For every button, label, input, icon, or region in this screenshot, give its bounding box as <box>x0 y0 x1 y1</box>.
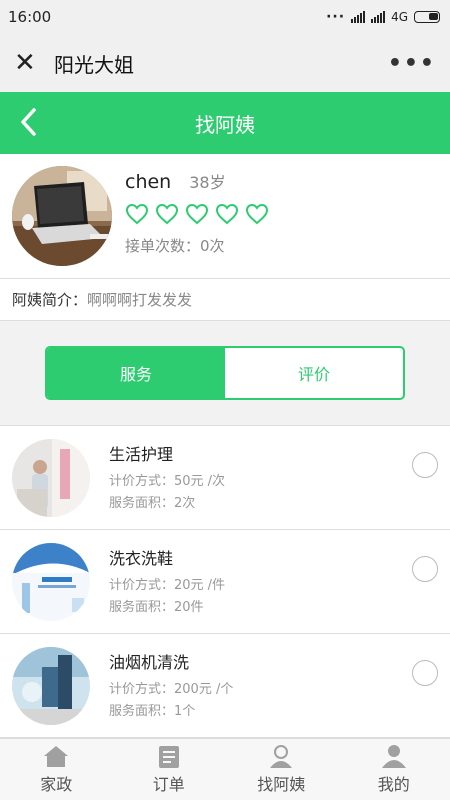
nav-bar: 找阿姨 <box>0 92 450 154</box>
order-count-value: 0次 <box>200 237 225 255</box>
service-area: 服务面积：20件 <box>109 599 204 615</box>
back-arrow-icon[interactable] <box>18 107 40 137</box>
service-image <box>12 646 90 725</box>
heart-icon <box>125 203 149 225</box>
service-price: 计价方式：200元 /个 <box>109 681 234 697</box>
list-item[interactable]: 生活护理 计价方式：50元 /次 服务面积：2次 <box>0 426 450 530</box>
tabbar-item-orders[interactable]: 订单 <box>113 739 226 800</box>
service-image <box>12 542 90 621</box>
house-icon <box>44 746 69 767</box>
signal-icon <box>351 11 366 23</box>
battery-icon <box>414 11 440 23</box>
service-name: 油烟机清洗 <box>109 652 190 672</box>
select-radio[interactable] <box>412 660 438 686</box>
select-radio[interactable] <box>412 556 438 582</box>
status-bar: 16:00 ··· 4G <box>0 0 450 34</box>
order-count: 接单次数：0次 <box>125 235 269 256</box>
service-info: 油烟机清洗 计价方式：200元 /个 服务面积：1个 <box>109 649 233 723</box>
avatar <box>12 166 112 266</box>
tabbar-item-find[interactable]: 找阿姨 <box>225 739 338 800</box>
person-search-icon <box>270 745 293 768</box>
select-radio[interactable] <box>412 452 438 478</box>
network-type: 4G <box>391 10 408 24</box>
status-time: 16:00 <box>8 8 52 26</box>
worker-name: chen <box>125 171 172 193</box>
name-row: chen 38岁 <box>125 169 269 193</box>
bottom-tab-bar: 家政 订单 找阿姨 我的 <box>0 738 450 800</box>
intro-row: 阿姨简介： 啊啊啊打发发发 <box>0 279 450 321</box>
intro-label: 阿姨简介： <box>12 291 88 309</box>
clipboard-icon <box>158 746 179 768</box>
service-name: 生活护理 <box>109 444 174 464</box>
tabbar-label: 我的 <box>377 775 410 794</box>
heart-icon <box>245 203 269 225</box>
intro-text: 啊啊啊打发发发 <box>87 291 193 309</box>
service-area: 服务面积：2次 <box>109 495 196 511</box>
heart-icon <box>215 203 239 225</box>
heart-icon <box>155 203 179 225</box>
order-count-label: 接单次数： <box>125 237 201 255</box>
tabbar-item-home[interactable]: 家政 <box>0 739 113 800</box>
profile-info: chen 38岁 接单次数：0次 <box>125 169 269 266</box>
close-icon[interactable]: ✕ <box>14 48 48 78</box>
tabbar-label: 找阿姨 <box>257 775 306 794</box>
notification-dots-icon: ··· <box>326 9 346 25</box>
tabbar-item-me[interactable]: 我的 <box>338 739 450 800</box>
app-bar: ✕ 阳光大姐 ••• <box>0 34 450 92</box>
app-title: 阳光大姐 <box>54 52 134 77</box>
service-list: 生活护理 计价方式：50元 /次 服务面积：2次 洗衣洗鞋 计价方式：20元 /… <box>0 426 450 738</box>
list-item[interactable]: 油烟机清洗 计价方式：200元 /个 服务面积：1个 <box>0 634 450 738</box>
status-icons: ··· 4G <box>326 9 440 25</box>
rating-hearts <box>125 203 269 225</box>
service-area: 服务面积：1个 <box>109 703 196 719</box>
segmented-tabs: 服务 评价 <box>45 346 405 400</box>
tabbar-label: 订单 <box>152 775 185 794</box>
worker-age: 38岁 <box>189 173 226 192</box>
heart-icon <box>185 203 209 225</box>
tab-reviews[interactable]: 评价 <box>225 348 403 398</box>
more-icon[interactable]: ••• <box>388 51 436 76</box>
user-icon <box>381 745 406 768</box>
service-info: 洗衣洗鞋 计价方式：20元 /件 服务面积：20件 <box>109 545 225 619</box>
profile-card: chen 38岁 接单次数：0次 <box>0 154 450 279</box>
tabs-section: 服务 评价 <box>0 321 450 426</box>
service-info: 生活护理 计价方式：50元 /次 服务面积：2次 <box>109 441 225 515</box>
signal-icon-2 <box>371 11 386 23</box>
tab-service[interactable]: 服务 <box>47 348 225 398</box>
service-name: 洗衣洗鞋 <box>109 548 174 568</box>
list-item[interactable]: 洗衣洗鞋 计价方式：20元 /件 服务面积：20件 <box>0 530 450 634</box>
tabbar-label: 家政 <box>40 775 73 794</box>
service-price: 计价方式：50元 /次 <box>109 473 226 489</box>
service-image <box>12 438 90 517</box>
service-price: 计价方式：20元 /件 <box>109 577 226 593</box>
page-title: 找阿姨 <box>195 112 255 137</box>
